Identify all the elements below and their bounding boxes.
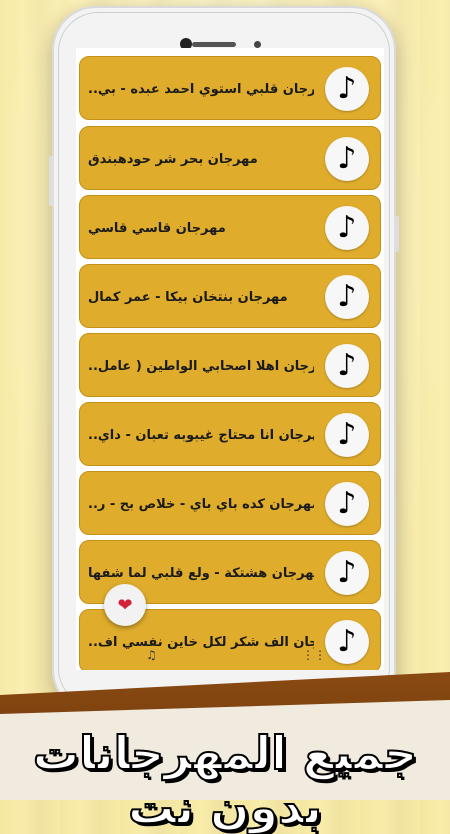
music-note-icon[interactable]: ♪	[325, 620, 369, 664]
equalizer-icon: ⋮⋮	[302, 648, 326, 662]
music-file-icon: ♫	[146, 648, 157, 662]
music-note-icon[interactable]: ♪	[325, 413, 369, 457]
power-button	[394, 216, 399, 252]
list-item[interactable]: مهرجان كده باي باي - خلاص بح - ر.. ♪	[79, 471, 381, 535]
music-note-icon[interactable]: ♪	[325, 551, 369, 595]
music-note-icon[interactable]: ♪	[325, 67, 369, 111]
volume-button	[49, 156, 54, 206]
list-item[interactable]: مهرجان بنتخان بيكا - عمر كمال ♪	[79, 264, 381, 328]
list-item-title: مهرجان اهلا اصحابي الواطين ( عامل..	[88, 358, 314, 374]
list-item[interactable]: مهرجان انا محتاج غيبوبه تعبان - داي.. ♪	[79, 402, 381, 466]
list-item-title: مهرجان انا محتاج غيبوبه تعبان - داي..	[88, 427, 314, 443]
music-note-icon[interactable]: ♪	[325, 482, 369, 526]
list-item[interactable]: مهرجان بحر شر حودهبندق ♪	[79, 126, 381, 190]
list-item-title: مهرجان قاسي قاسي	[88, 220, 226, 236]
list-item[interactable]: مهرجان اهلا اصحابي الواطين ( عامل.. ♪	[79, 333, 381, 397]
earpiece-speaker	[192, 42, 236, 47]
music-note-icon[interactable]: ♪	[325, 206, 369, 250]
music-note-icon[interactable]: ♪	[325, 275, 369, 319]
list-item-title: مهرجان قلبي استوي احمد عبده - بي..	[88, 81, 314, 97]
list-item-title: مهرجان كده باي باي - خلاص بح - ر..	[88, 496, 314, 512]
music-note-icon[interactable]: ♪	[325, 344, 369, 388]
music-note-icon[interactable]: ♪	[325, 137, 369, 181]
promo-banner-text: جميع المهرجانات بدون نت	[32, 725, 418, 834]
heart-icon[interactable]: ❤	[104, 584, 146, 626]
list-item[interactable]: مهرجان قاسي قاسي ♪	[79, 195, 381, 259]
app-screen: مهرجان قلبي استوي احمد عبده - بي.. ♪ مهر…	[76, 48, 384, 670]
list-item[interactable]: مهرجان قلبي استوي احمد عبده - بي.. ♪	[79, 56, 381, 120]
list-item-title: مهرجان بنتخان بيكا - عمر كمال	[88, 289, 288, 305]
list-item-title: مهرجان بحر شر حودهبندق	[88, 151, 258, 167]
sensor	[254, 41, 261, 48]
